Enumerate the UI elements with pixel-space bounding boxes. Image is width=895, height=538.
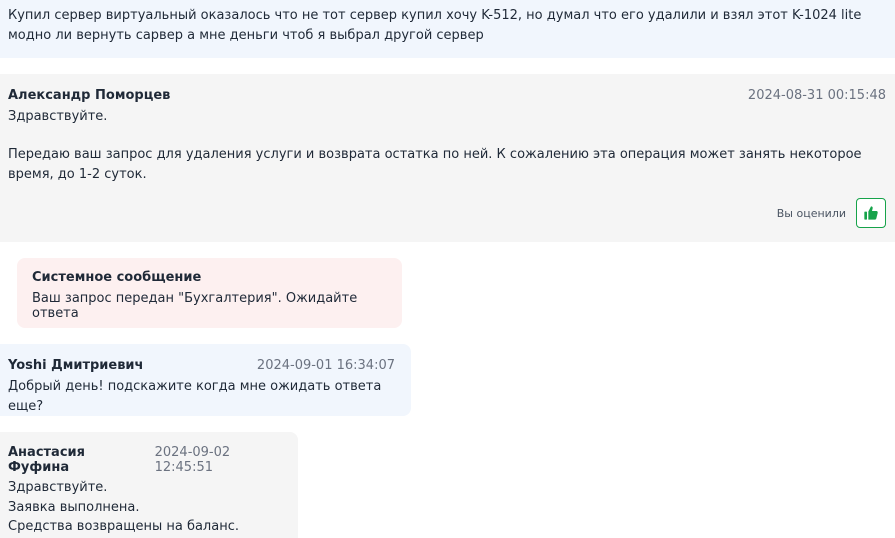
user-message: Купил сервер виртуальный оказалось что н… xyxy=(0,0,895,58)
system-message-text: Ваш запрос передан "Бухгалтерия". Ожидай… xyxy=(32,291,358,321)
ticket-thread: Купил сервер виртуальный оказалось что н… xyxy=(0,0,895,538)
message-author: Анастасия Фуфина xyxy=(8,445,85,475)
rated-label: Вы оценили xyxy=(776,206,846,220)
system-message-title: Системное сообщение xyxy=(32,270,202,285)
message-text: Добрый день! подскажите когда мне ожидат… xyxy=(8,379,382,414)
message-author: Александр Поморцев xyxy=(8,88,171,103)
thumbs-up-icon xyxy=(864,206,878,220)
rating-row: Вы оценили xyxy=(777,198,886,228)
message-text: Купил сервер виртуальный оказалось что н… xyxy=(8,8,862,43)
message-timestamp: 2024-08-31 00:15:48 xyxy=(747,88,886,103)
message-line: Здравствуйте. xyxy=(8,480,108,495)
message-timestamp: 2024-09-01 16:34:07 xyxy=(256,358,395,373)
like-button[interactable] xyxy=(856,198,886,228)
message-line: Заявка выполнена. xyxy=(8,499,140,515)
message-author: Yoshi Дмитриевич xyxy=(8,358,144,373)
message-timestamp: 2024-09-02 12:45:51 xyxy=(154,445,231,475)
support-message: Анастасия Фуфина 2024-09-02 12:45:51 Здр… xyxy=(0,432,298,538)
user-message: Yoshi Дмитриевич 2024-09-01 16:34:07 Доб… xyxy=(0,344,411,416)
message-greeting: Здравствуйте. xyxy=(8,109,108,124)
message-text: Здравствуйте. Заявка выполнена. Средства… xyxy=(8,478,282,537)
system-message: Системное сообщение Ваш запрос передан "… xyxy=(17,258,402,328)
message-line: Средства возвращены на баланс. xyxy=(8,519,239,534)
message-text: Передаю ваш запрос для удаления услуги и… xyxy=(8,147,862,182)
support-message: Александр Поморцев 2024-08-31 00:15:48 З… xyxy=(0,74,895,242)
